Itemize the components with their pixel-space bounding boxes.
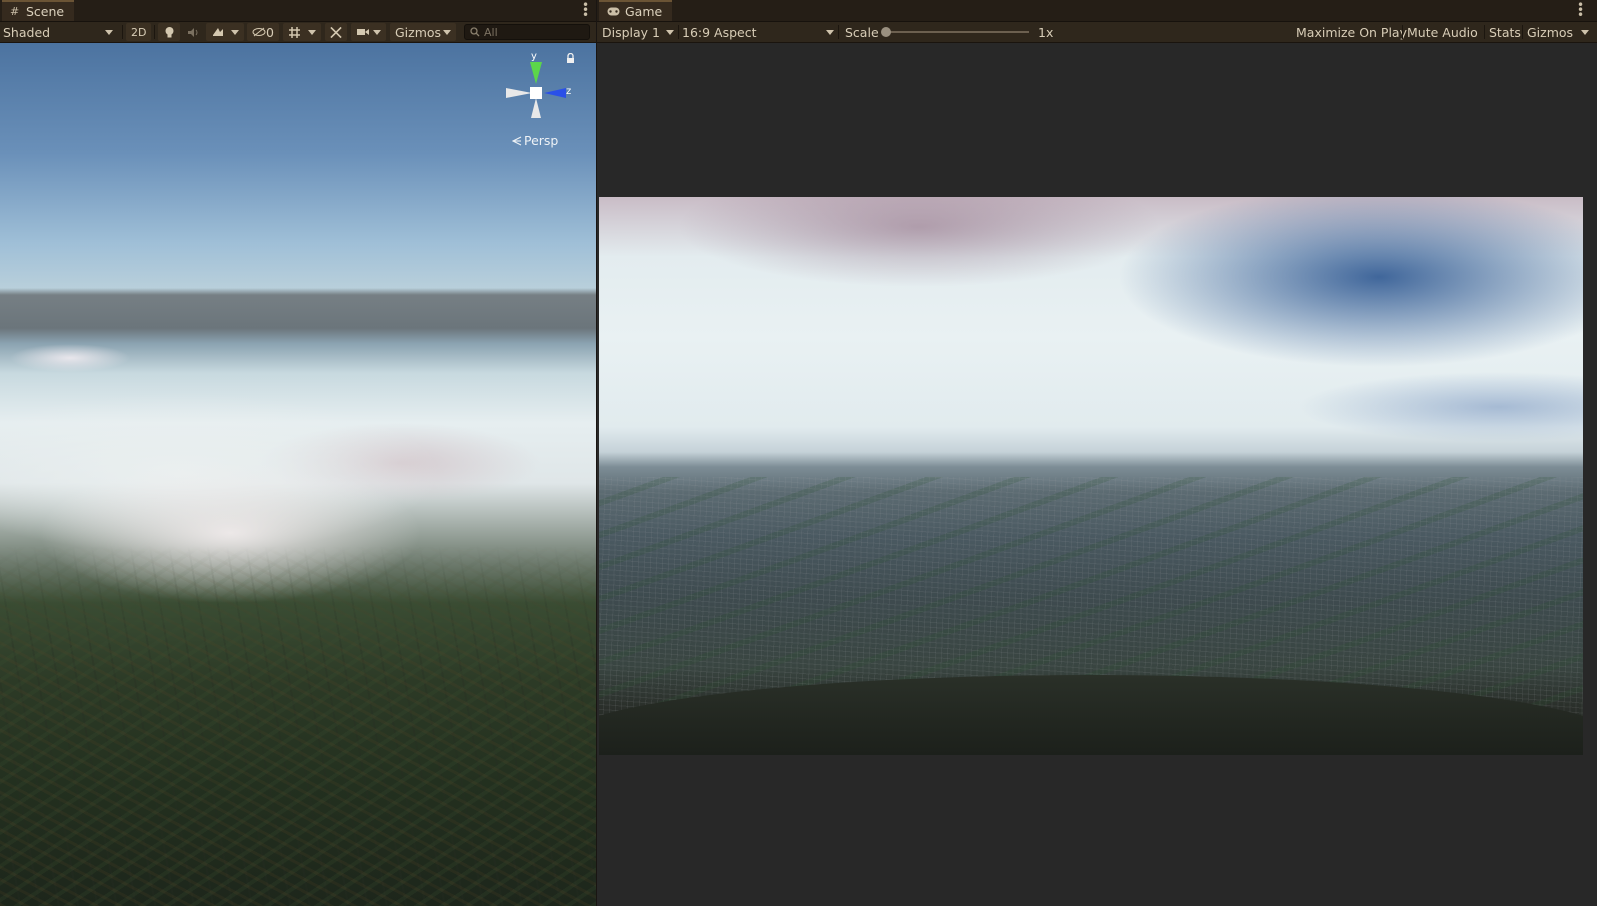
gizmo-y-label: y [531,51,537,62]
aspect-label: 16:9 Aspect [682,24,757,40]
game-gizmos-dropdown[interactable]: Gizmos [1527,23,1589,41]
separator [122,25,123,39]
game-tab-label: Game [625,4,663,19]
aspect-dropdown[interactable]: 16:9 Aspect [682,23,834,41]
speaker-icon [187,27,197,37]
maximize-on-play-button[interactable]: Maximize On Play [1296,23,1407,41]
projection-toggle[interactable]: Persp [512,133,558,148]
chevron-down-icon [666,29,674,35]
mute-audio-button[interactable]: Mute Audio [1407,23,1478,41]
camera-icon [357,29,369,35]
projection-label: Persp [524,133,559,148]
gizmo-z-cone[interactable] [544,88,566,98]
game-tab-bar: Game • • • [597,0,1597,22]
scene-toolbar: Shaded 2D 0 Gizmos All [0,22,596,43]
camera-settings-dropdown[interactable] [351,23,386,41]
lock-icon[interactable] [566,53,575,64]
effects-dropdown[interactable] [206,23,244,41]
separator [1522,25,1523,39]
scene-tab-label: Scene [26,4,65,19]
mute-audio-label: Mute Audio [1407,24,1478,40]
toggle-2d-label: 2D [131,25,147,39]
scale-value: 1x [1038,24,1054,40]
gizmos-dropdown[interactable]: Gizmos [390,23,456,41]
gizmo-center-cube[interactable] [530,87,542,99]
hidden-objects-toggle[interactable]: 0 [247,23,279,41]
shading-mode-dropdown[interactable]: Shaded [3,23,119,41]
hidden-objects-count: 0 [266,24,274,40]
chevron-down-icon [826,29,834,35]
effects-icon [213,28,223,36]
tab-game[interactable]: Game [599,0,673,21]
audio-toggle-button[interactable] [183,23,203,41]
scene-search-input[interactable]: All [464,24,590,40]
game-kebab-menu-icon[interactable]: • • • [1577,0,1584,21]
game-panel: Game • • • Display 1 16:9 Aspect Scale 1x … [597,0,1597,906]
gamepad-icon [607,7,620,16]
stats-button[interactable]: Stats [1489,23,1521,41]
game-gizmos-label: Gizmos [1527,24,1574,40]
gizmo-neg-y-cone[interactable] [531,98,541,118]
display-label: Display 1 [602,24,661,40]
eye-slash-icon [252,27,266,37]
separator [154,25,155,39]
chevron-down-icon [231,29,239,35]
scale-slider-track[interactable] [886,31,1029,33]
lightbulb-icon [165,26,173,37]
separator [1484,25,1485,39]
gizmo-z-label: z [566,86,571,97]
scene-kebab-menu-icon[interactable]: • • • [582,0,589,21]
search-icon [470,27,480,37]
separator [1402,25,1403,39]
gizmo-y-cone[interactable] [530,62,542,84]
gizmo-x-cone[interactable] [506,88,532,98]
chevron-down-icon [443,29,451,35]
grid-dropdown[interactable] [283,23,321,41]
grid-hash-icon: # [10,5,20,18]
gizmos-label: Gizmos [395,24,442,40]
tools-button[interactable] [325,23,347,41]
terrain-texture [0,546,596,906]
scene-tab-bar: # Scene • • • [0,0,596,22]
scale-slider-handle[interactable] [881,27,891,37]
stats-label: Stats [1489,24,1521,40]
scene-viewport[interactable] [0,43,596,906]
scale-label: Scale [845,24,879,40]
display-dropdown[interactable]: Display 1 [602,23,674,41]
chevron-down-icon [105,29,113,35]
shading-mode-label: Shaded [3,24,51,40]
toggle-2d-button[interactable]: 2D [126,23,152,41]
chevron-down-icon [1581,29,1589,35]
grid-icon [289,26,300,38]
game-viewport[interactable] [599,197,1583,755]
search-placeholder: All [484,25,498,39]
scene-panel: # Scene • • • Shaded 2D 0 Gizmos All y z… [0,0,597,906]
separator [838,25,839,39]
game-toolbar: Display 1 16:9 Aspect Scale 1x Maximize … [597,22,1597,43]
tools-icon [330,26,342,38]
tab-scene[interactable]: # Scene [2,0,75,21]
perspective-icon [512,136,522,145]
chevron-down-icon [373,29,381,35]
lighting-toggle-button[interactable] [158,23,180,41]
separator [678,25,679,39]
maximize-on-play-label: Maximize On Play [1296,24,1407,40]
chevron-down-icon [308,29,316,35]
